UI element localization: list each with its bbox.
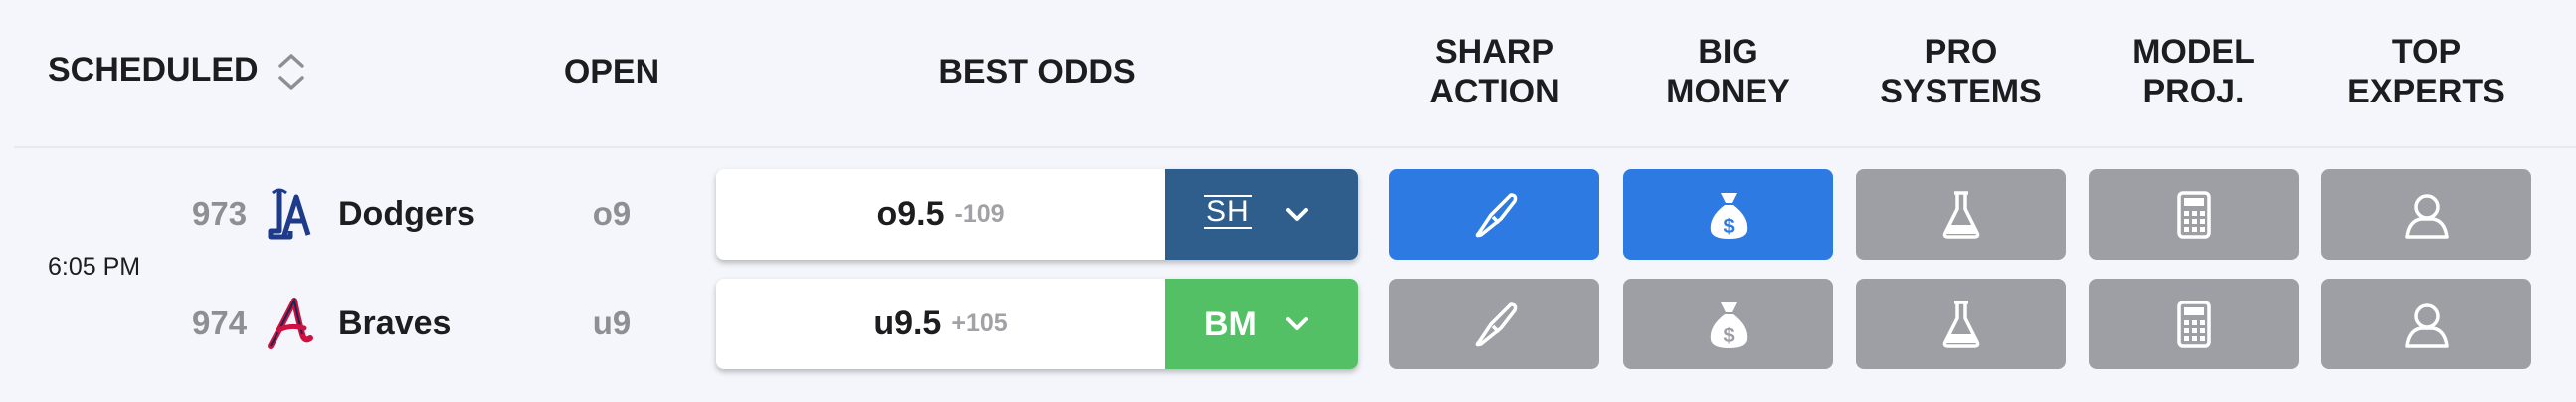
header-scheduled[interactable]: SCHEDULED <box>48 50 259 90</box>
game-time: 6:05 PM <box>48 253 141 281</box>
sharp-action-tile[interactable] <box>1389 279 1599 369</box>
header-big-money-line1: BIG <box>1698 33 1758 71</box>
pro-systems-tile[interactable] <box>1856 279 2066 369</box>
header-top-experts-line2: EXPERTS <box>2347 73 2505 110</box>
sort-icon[interactable] <box>275 50 308 94</box>
header-big-money-line2: MONEY <box>1666 73 1790 110</box>
team-name[interactable]: Dodgers <box>338 195 475 234</box>
team-name[interactable]: Braves <box>338 304 451 343</box>
best-odds-value[interactable]: u9.5 +105 <box>716 279 1165 369</box>
rotation-number: 973 <box>192 195 248 232</box>
header-divider <box>14 146 2576 148</box>
pro-systems-tile[interactable] <box>1856 169 2066 260</box>
top-experts-tile[interactable] <box>2321 279 2531 369</box>
sharp-action-tile[interactable] <box>1389 169 1599 260</box>
header-sharp-action: SHARP ACTION <box>1389 32 1599 111</box>
sportsbook-dropdown[interactable]: BM <box>1165 279 1358 369</box>
header-open: OPEN <box>563 53 660 91</box>
knife-icon <box>1475 302 1517 346</box>
user-icon <box>2404 302 2449 348</box>
header-big-money: BIG MONEY <box>1623 32 1833 111</box>
header-best-odds: BEST ODDS <box>938 53 1136 91</box>
rotation-number: 974 <box>192 304 248 341</box>
header-top-experts-line1: TOP <box>2391 33 2462 71</box>
best-odds-cell[interactable]: o9.5 -109 SH <box>716 169 1358 260</box>
odds-line: o9.5 <box>876 195 945 233</box>
header-pro-systems-line2: SYSTEMS <box>1880 73 2042 110</box>
svg-text:$: $ <box>1723 325 1734 347</box>
open-line: u9 <box>592 304 632 341</box>
big-money-tile[interactable]: $ <box>1623 169 1833 260</box>
sportsbook-logo: BM <box>1204 305 1257 343</box>
header-model-proj-line1: MODEL <box>2132 33 2255 71</box>
big-money-tile[interactable]: $ <box>1623 279 1833 369</box>
header-model-proj-line2: PROJ. <box>2142 73 2245 110</box>
user-icon <box>2404 193 2449 239</box>
svg-text:$: $ <box>1723 216 1734 238</box>
header-pro-systems-line1: PRO <box>1924 33 1998 71</box>
sportsbook-dropdown[interactable]: SH <box>1165 169 1358 260</box>
best-odds-cell[interactable]: u9.5 +105 BM <box>716 279 1358 369</box>
braves-a-logo <box>268 297 313 349</box>
open-line: o9 <box>592 195 632 232</box>
flask-icon <box>1942 190 1979 239</box>
header-sharp-action-line1: SHARP <box>1434 33 1555 71</box>
odds-line: u9.5 <box>873 304 942 342</box>
header-pro-systems: PRO SYSTEMS <box>1856 32 2066 111</box>
model-proj-tile[interactable] <box>2089 169 2299 260</box>
best-odds-value[interactable]: o9.5 -109 <box>716 169 1165 260</box>
model-proj-tile[interactable] <box>2089 279 2299 369</box>
sportsbook-logo: SH <box>1204 195 1252 229</box>
money-bag-icon: $ <box>1710 302 1747 348</box>
knife-icon <box>1475 192 1517 237</box>
flask-icon <box>1942 300 1979 348</box>
dodgers-la-logo <box>268 188 311 240</box>
calculator-icon <box>2176 300 2211 348</box>
chevron-down-icon[interactable] <box>1282 200 1312 230</box>
header-model-proj: MODEL PROJ. <box>2089 32 2299 111</box>
calculator-icon <box>2176 190 2211 239</box>
odds-price: +105 <box>951 309 1008 337</box>
money-bag-icon: $ <box>1710 192 1747 239</box>
header-sharp-action-line2: ACTION <box>1429 73 1560 110</box>
top-experts-tile[interactable] <box>2321 169 2531 260</box>
header-top-experts: TOP EXPERTS <box>2321 32 2531 111</box>
odds-price: -109 <box>954 200 1005 228</box>
chevron-down-icon[interactable] <box>1282 309 1312 339</box>
